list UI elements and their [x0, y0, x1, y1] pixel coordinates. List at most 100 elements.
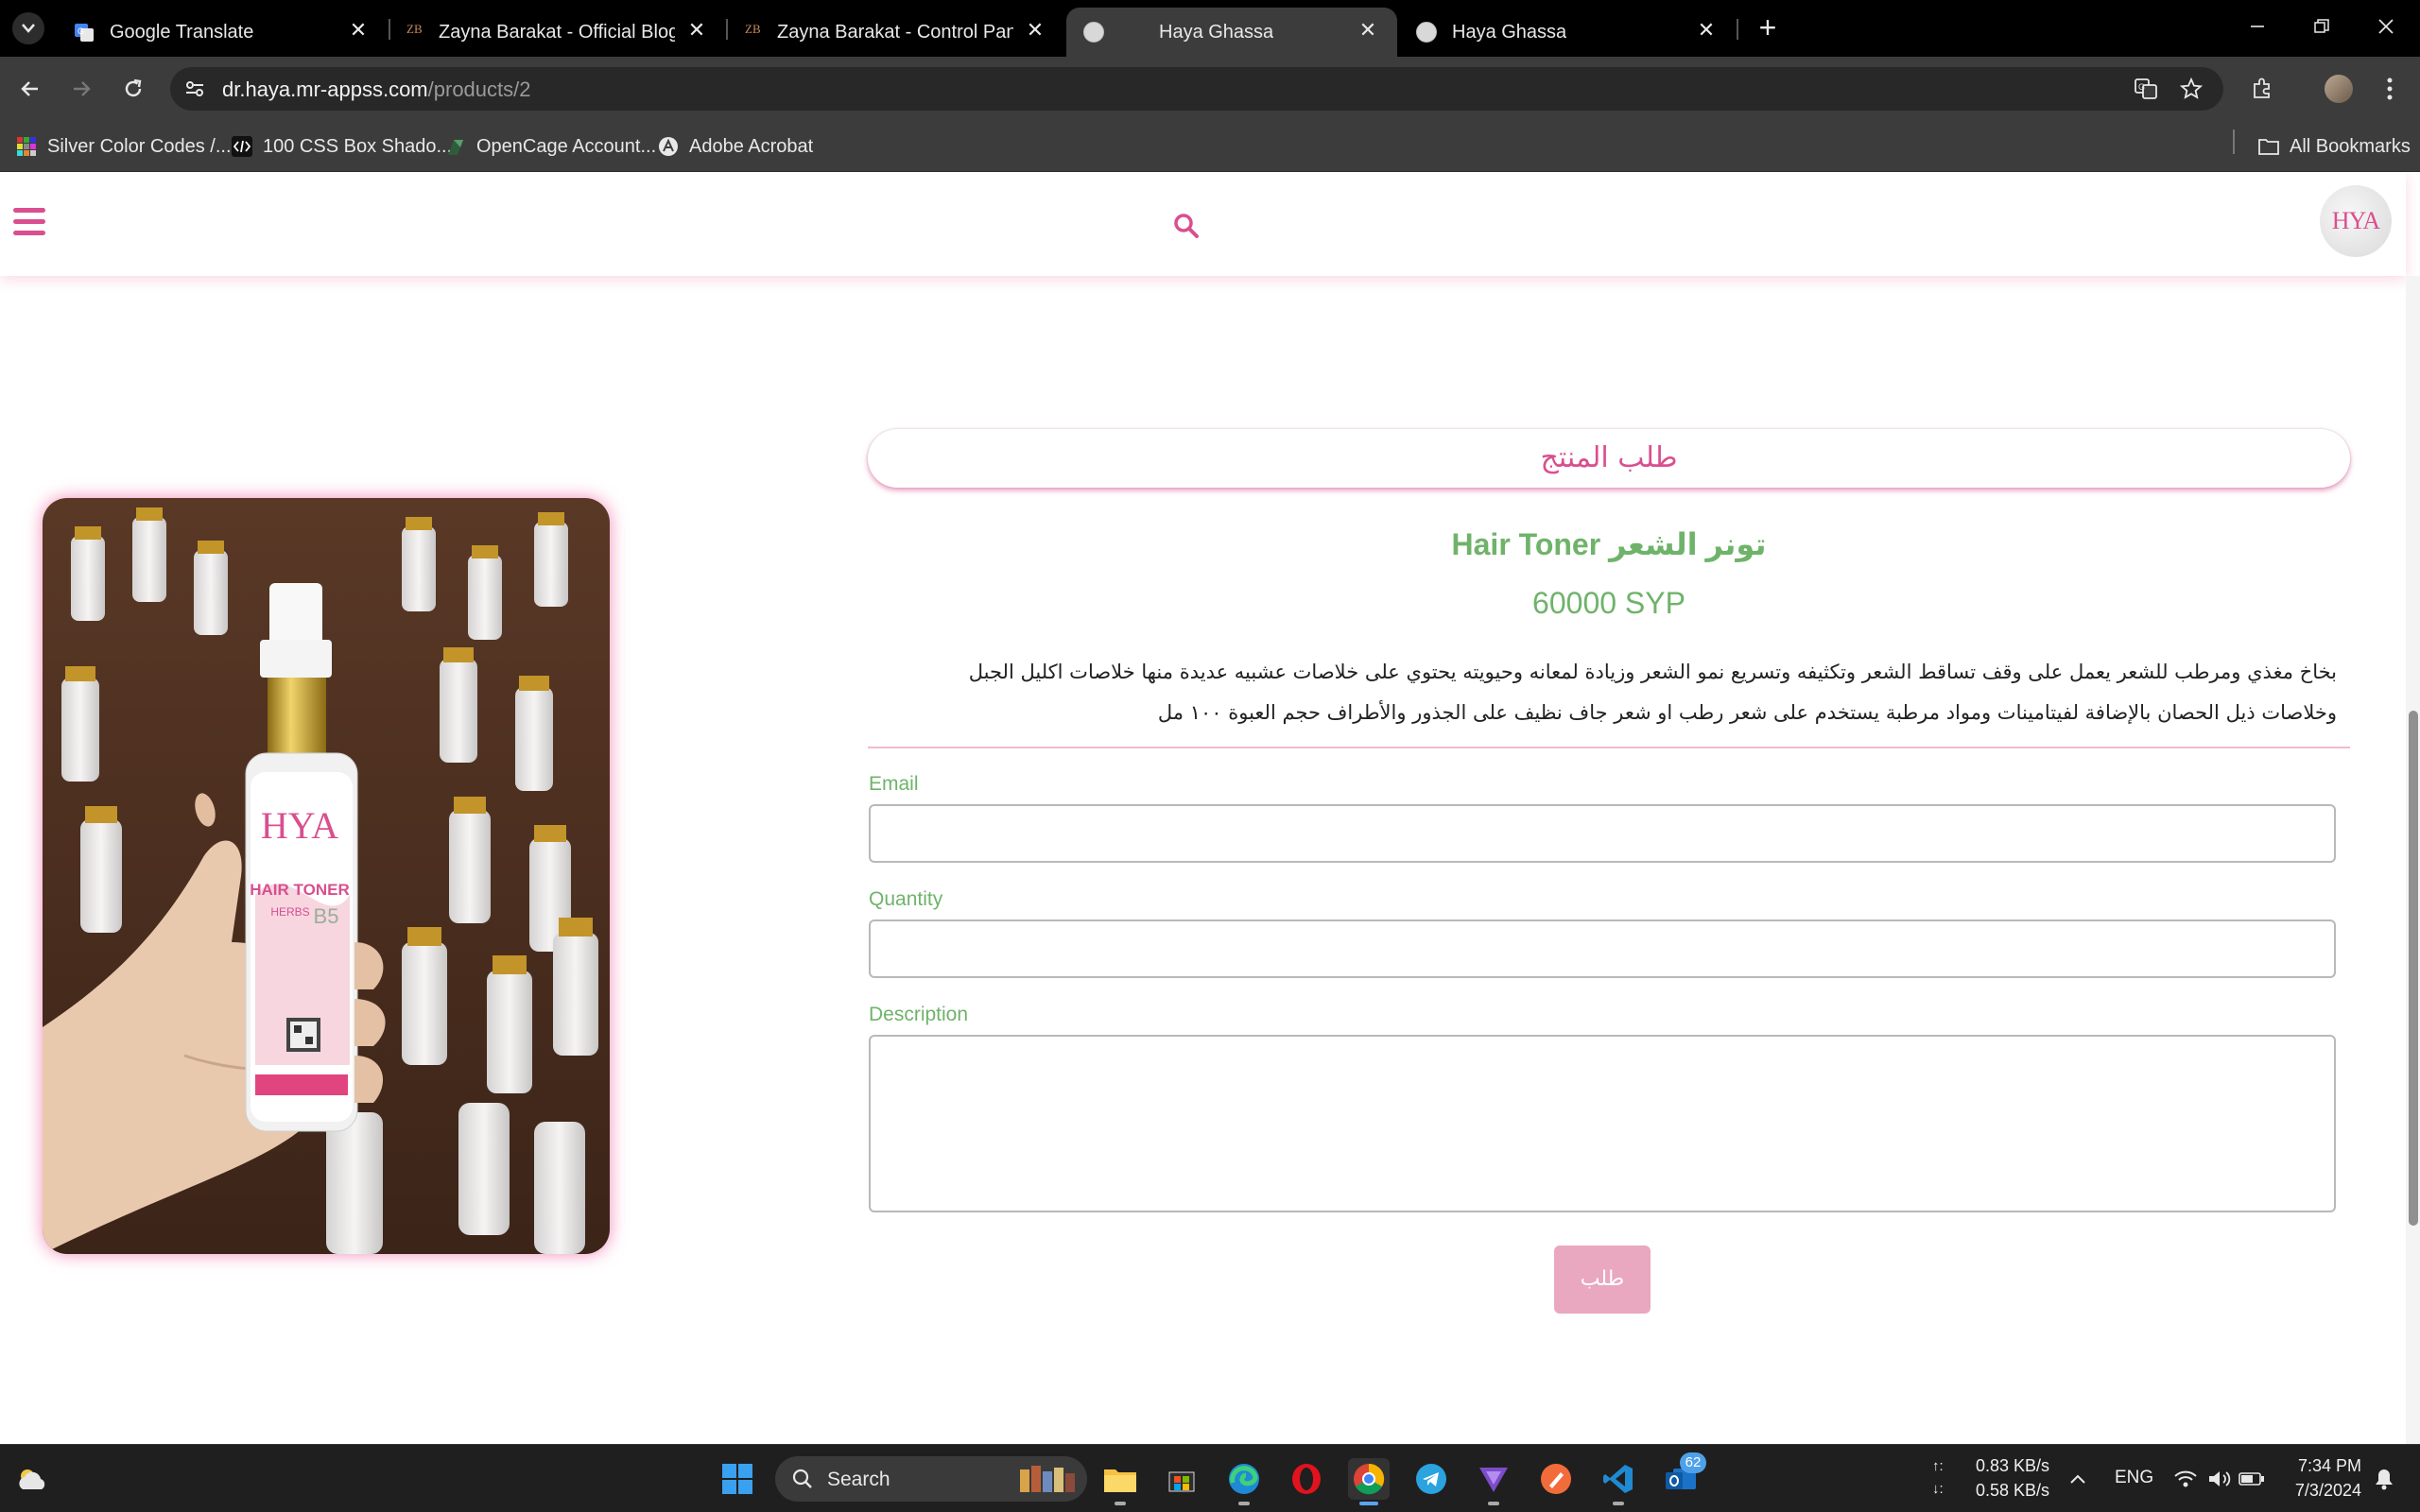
download-speed: 0.58 KB/s	[1976, 1481, 2050, 1500]
all-bookmarks-label: All Bookmarks	[2290, 135, 2411, 157]
svg-text:G: G	[78, 26, 84, 36]
clock-date[interactable]: 7/3/2024	[2278, 1481, 2361, 1501]
windows-taskbar: Search 62 ↑: ↓: 0.83 KB/s 0.58 KB/s ENG …	[0, 1444, 2420, 1512]
microsoft-store-icon[interactable]	[1161, 1458, 1202, 1500]
upload-arrow-icon: ↑:	[1932, 1458, 1944, 1474]
description-label: Description	[869, 1004, 969, 1025]
bookmark-star-icon[interactable]	[2176, 74, 2206, 104]
arrow-right-icon	[74, 81, 91, 96]
close-icon	[2378, 19, 2394, 34]
description-field[interactable]	[869, 1035, 2336, 1212]
search-icon[interactable]	[1172, 212, 1201, 240]
postman-icon[interactable]	[1535, 1458, 1577, 1500]
color-grid-icon	[15, 135, 38, 158]
chevron-down-icon	[22, 24, 35, 33]
svg-text:B5: B5	[314, 904, 339, 928]
close-icon[interactable]: ✕	[1357, 20, 1378, 41]
bookmarks-bar: Silver Color Codes /... 100 CSS Box Shad…	[0, 121, 2420, 172]
site-logo[interactable]: HYA	[2320, 185, 2392, 257]
opera-browser-icon[interactable]	[1286, 1458, 1327, 1500]
svg-text:G: G	[2138, 82, 2145, 92]
browser-menu-button[interactable]	[2371, 70, 2409, 108]
battery-icon[interactable]	[2231, 1458, 2273, 1500]
product-label-text: HAIR TONER	[250, 881, 349, 899]
browser-toolbar: dr.haya.mr-appss.com/products/2 G	[0, 57, 2420, 121]
new-tab-button[interactable]: +	[1751, 11, 1785, 45]
svg-text:HYA: HYA	[261, 804, 338, 847]
running-indicator	[1115, 1502, 1126, 1505]
site-header: HYA	[0, 172, 2406, 276]
windows-logo-icon	[722, 1464, 752, 1494]
windows-start-button[interactable]	[717, 1458, 758, 1500]
code-icon	[231, 135, 253, 158]
url-path: /products/2	[427, 77, 531, 101]
tab-google-translate[interactable]: G Google Translate ✕	[57, 8, 388, 57]
bookmark-silver-color-codes[interactable]: Silver Color Codes /...	[15, 133, 232, 160]
bookmark-css-box-shadow[interactable]: 100 CSS Box Shado...	[231, 133, 452, 160]
taskbar-search-placeholder: Search	[827, 1469, 890, 1490]
order-submit-button[interactable]: طلب	[1554, 1246, 1651, 1314]
email-field[interactable]	[869, 804, 2336, 863]
upload-speed: 0.83 KB/s	[1976, 1456, 2050, 1475]
vscode-icon[interactable]	[1598, 1458, 1639, 1505]
tab-separator	[1737, 19, 1738, 40]
tab-haya-ghassa[interactable]: Haya Ghassa ✕	[1399, 8, 1736, 57]
tab-haya-ghassa-active[interactable]: Haya Ghassa ✕	[1066, 8, 1397, 57]
address-bar[interactable]: dr.haya.mr-appss.com/products/2 G	[170, 67, 2223, 111]
show-hidden-icons-button[interactable]	[2057, 1458, 2099, 1500]
forward-button[interactable]	[62, 70, 100, 108]
arrow-left-icon	[21, 81, 38, 96]
vpn-app-icon[interactable]	[1473, 1458, 1514, 1505]
notification-bell-icon[interactable]	[2363, 1458, 2405, 1500]
download-arrow-icon: ↓:	[1932, 1481, 1944, 1497]
running-indicator	[1488, 1502, 1499, 1505]
tab-zayna-control-panel[interactable]: ZB Zayna Barakat - Control Panel ✕	[728, 8, 1064, 57]
weather-icon[interactable]	[11, 1458, 53, 1500]
order-product-title: طلب المنتج	[868, 429, 2350, 488]
close-icon[interactable]: ✕	[348, 20, 369, 41]
extensions-button[interactable]	[2243, 70, 2281, 108]
web-page: HYA HYA HAIR TONER HERBS B5 طلب المنتج H…	[0, 172, 2420, 1444]
tab-title: Zayna Barakat - Control Panel	[777, 22, 1013, 43]
search-icon	[792, 1469, 812, 1488]
haya-logo-icon	[1083, 22, 1104, 43]
tab-search-button[interactable]	[12, 12, 44, 44]
tab-zayna-blogger[interactable]: ZB Zayna Barakat - Official Blogger ✕	[389, 8, 726, 57]
product-sublabel-text: HERBS	[270, 905, 309, 919]
profile-button[interactable]	[2320, 70, 2358, 108]
edge-browser-icon[interactable]	[1223, 1458, 1265, 1505]
clock-time[interactable]: 7:34 PM	[2295, 1456, 2361, 1476]
bookmark-adobe-acrobat[interactable]: Adobe Acrobat	[657, 133, 813, 160]
telegram-icon[interactable]	[1410, 1458, 1452, 1500]
close-icon[interactable]: ✕	[1025, 20, 1046, 41]
close-icon[interactable]: ✕	[686, 20, 707, 41]
bookmarks-separator	[2233, 129, 2235, 154]
page-scrollbar-thumb[interactable]	[2409, 711, 2418, 1226]
site-settings-icon[interactable]	[180, 74, 210, 104]
email-label: Email	[869, 773, 919, 795]
url-text: dr.haya.mr-appss.com/products/2	[222, 77, 530, 102]
url-host: dr.haya.mr-appss.com	[222, 77, 428, 101]
close-icon[interactable]: ✕	[1696, 20, 1717, 41]
restore-button[interactable]	[2303, 11, 2341, 45]
tab-title: Haya Ghassa	[1159, 22, 1274, 43]
reload-icon	[125, 78, 142, 97]
google-translate-icon: G	[74, 22, 95, 43]
close-window-button[interactable]	[2367, 11, 2405, 45]
minimize-button[interactable]	[2238, 11, 2276, 45]
running-indicator	[1359, 1502, 1378, 1505]
language-indicator[interactable]: ENG	[2115, 1468, 2153, 1488]
translate-page-icon[interactable]: G	[2131, 74, 2161, 104]
chrome-browser-icon[interactable]	[1348, 1458, 1390, 1505]
tab-title: Zayna Barakat - Official Blogger	[439, 22, 675, 43]
bookmark-opencage[interactable]: OpenCage Account...	[444, 133, 656, 160]
back-button[interactable]	[11, 70, 49, 108]
taskbar-search[interactable]: Search	[775, 1456, 1087, 1502]
zb-logo-icon: ZB	[745, 22, 761, 36]
reload-button[interactable]	[114, 70, 152, 108]
hamburger-menu-icon[interactable]	[13, 208, 45, 236]
quantity-field[interactable]	[869, 919, 2336, 978]
all-bookmarks-button[interactable]: All Bookmarks	[2257, 133, 2411, 160]
product-name: Hair Toner تونر الشعر	[1451, 527, 1767, 561]
file-explorer-icon[interactable]	[1099, 1458, 1141, 1505]
